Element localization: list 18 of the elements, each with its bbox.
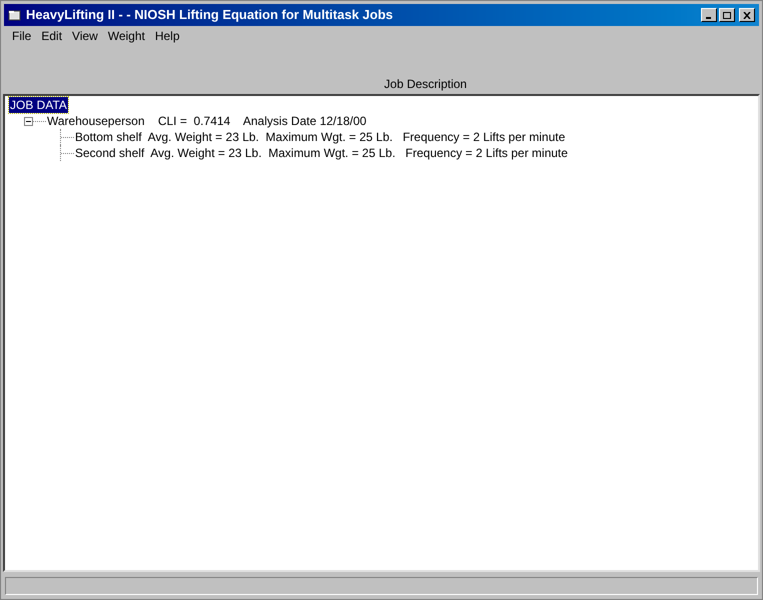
section-label: Job Description [384,76,467,93]
tree-item[interactable]: Second shelf Avg. Weight = 23 Lb. Maximum Wgt. = 25 Lb. Frequency = 2 Lifts per minute [74,145,569,161]
menu-item[interactable]: Weight [102,27,150,45]
menu-item[interactable]: File [7,27,36,45]
maximize-icon [723,12,731,18]
tree-item[interactable]: JOB DATA [9,97,68,113]
tree-item[interactable]: Bottom shelf Avg. Weight = 23 Lb. Maximum Wgt. = 25 Lb. Frequency = 2 Lifts per minute [74,129,566,145]
minimize-button[interactable] [701,8,717,22]
menu-item[interactable]: View [67,27,103,45]
tree-item[interactable]: Warehouseperson CLI = 0.7414 Analysis Date 12/18/00 [46,113,368,129]
window-title: HeavyLifting II - - NIOSH Lifting Equation for Multitask Jobs [26,6,393,24]
collapse-icon[interactable] [24,116,33,126]
close-icon [743,12,751,18]
menu-item[interactable]: Edit [36,27,68,45]
menu-item[interactable]: Help [150,27,185,45]
maximize-button[interactable] [719,8,735,22]
close-button[interactable] [739,8,755,22]
folder-icon [8,9,22,21]
